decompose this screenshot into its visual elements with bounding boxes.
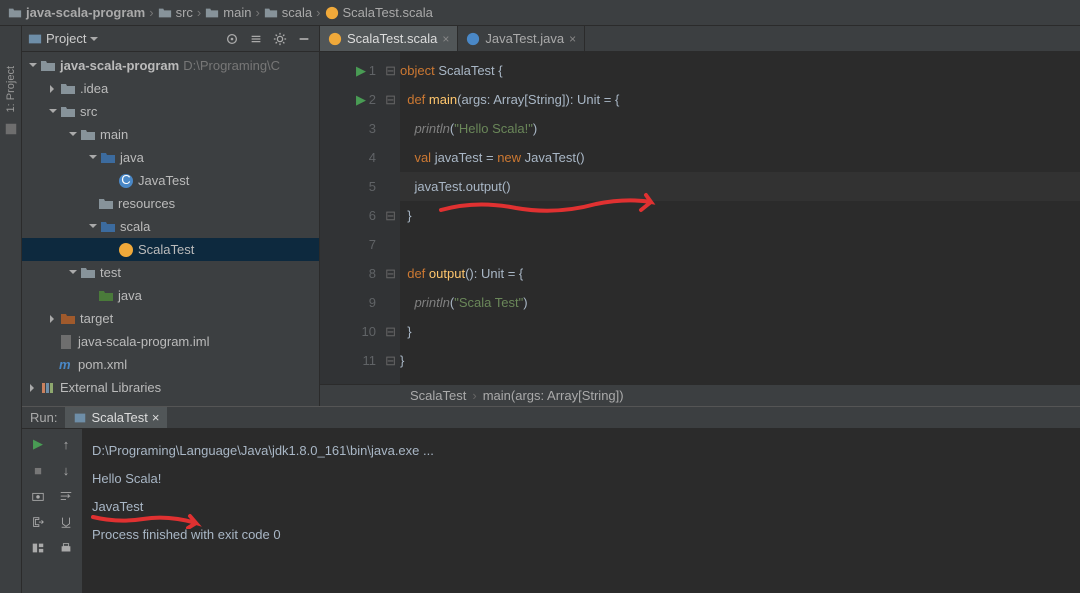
code-body[interactable]: object ScalaTest { def main(args: Array[… — [400, 52, 1080, 384]
run-tool-window: Run: ScalaTest× ▶ ↑ ■ ↓ — [22, 406, 1080, 593]
svg-text:m: m — [59, 357, 71, 372]
tree-iml[interactable]: java-scala-program.iml — [22, 330, 319, 353]
run-line-icon[interactable]: ▶ — [356, 63, 366, 79]
tree-idea[interactable]: .idea — [22, 77, 319, 100]
editor-tabs: ScalaTest.scala× JavaTest.java× — [320, 26, 1080, 52]
close-icon[interactable]: × — [569, 32, 576, 46]
exit-icon[interactable] — [29, 513, 47, 531]
editor-area: ScalaTest.scala× JavaTest.java× 1▶⊟ 2▶⊟ … — [320, 26, 1080, 406]
breadcrumb-src[interactable]: src — [158, 5, 193, 20]
editor-breadcrumb[interactable]: ScalaTest›main(args: Array[String]) — [320, 384, 1080, 406]
svg-text:C: C — [121, 173, 130, 187]
tree-pom[interactable]: mpom.xml — [22, 353, 319, 376]
chevron-down-icon[interactable] — [90, 35, 98, 43]
scala-class-icon — [118, 242, 134, 258]
run-line-icon[interactable]: ▶ — [356, 92, 366, 108]
gear-icon[interactable] — [271, 30, 289, 48]
breadcrumb-bar: java-scala-program › src › main › scala … — [0, 0, 1080, 26]
project-icon — [28, 32, 42, 46]
scroll-from-source-icon[interactable] — [223, 30, 241, 48]
console-output[interactable]: D:\Programing\Language\Java\jdk1.8.0_161… — [82, 429, 1080, 593]
code-editor[interactable]: 1▶⊟ 2▶⊟ 3 4 5 6⊟ 7 8⊟ 9 10⊟ 11⊟ object S… — [320, 52, 1080, 384]
print-icon[interactable] — [57, 539, 75, 557]
run-config-icon — [73, 411, 87, 425]
hide-icon[interactable] — [295, 30, 313, 48]
scala-file-icon — [328, 32, 342, 46]
collapse-all-icon[interactable] — [247, 30, 265, 48]
close-icon[interactable]: × — [152, 410, 160, 425]
maven-icon: m — [58, 357, 74, 373]
rerun-icon[interactable]: ▶ — [29, 435, 47, 453]
tree-java[interactable]: java — [22, 146, 319, 169]
project-tool-header: Project — [22, 26, 319, 52]
tab-javatest[interactable]: JavaTest.java× — [458, 26, 585, 51]
close-icon[interactable]: × — [442, 32, 449, 46]
breadcrumb-file[interactable]: ScalaTest.scala — [325, 5, 433, 20]
run-header: Run: ScalaTest× — [22, 407, 1080, 429]
tree-test[interactable]: test — [22, 261, 319, 284]
breadcrumb-scala[interactable]: scala — [264, 5, 312, 20]
library-icon — [40, 380, 56, 396]
run-toolbar: ▶ ↑ ■ ↓ — [22, 429, 82, 593]
project-tool-window: Project java-scala-programD:\Programing\… — [22, 26, 320, 406]
down-icon[interactable]: ↓ — [57, 461, 75, 479]
java-class-icon: C — [118, 173, 134, 189]
java-file-icon — [466, 32, 480, 46]
tree-scala-folder[interactable]: scala — [22, 215, 319, 238]
folder-icon — [8, 6, 22, 20]
breadcrumb-main[interactable]: main — [205, 5, 251, 20]
structure-icon[interactable] — [4, 122, 18, 136]
project-tool-button[interactable]: 1: Project — [5, 66, 17, 112]
up-icon[interactable]: ↑ — [57, 435, 75, 453]
tree-javatest[interactable]: CJavaTest — [22, 169, 319, 192]
camera-icon[interactable] — [29, 487, 47, 505]
project-tree[interactable]: java-scala-programD:\Programing\C .idea … — [22, 52, 319, 406]
breadcrumb-project[interactable]: java-scala-program — [8, 5, 145, 20]
scroll-to-end-icon[interactable] — [57, 513, 75, 531]
layout-icon[interactable] — [29, 539, 47, 557]
tree-main[interactable]: main — [22, 123, 319, 146]
scala-file-icon — [325, 6, 339, 20]
tree-resources[interactable]: resources — [22, 192, 319, 215]
left-tool-stripe: 1: Project — [0, 26, 22, 593]
tree-test-java[interactable]: java — [22, 284, 319, 307]
tree-src[interactable]: src — [22, 100, 319, 123]
tab-scalatest[interactable]: ScalaTest.scala× — [320, 26, 458, 51]
iml-file-icon — [58, 334, 74, 350]
gutter[interactable]: 1▶⊟ 2▶⊟ 3 4 5 6⊟ 7 8⊟ 9 10⊟ 11⊟ — [320, 52, 400, 384]
stop-icon[interactable]: ■ — [29, 461, 47, 479]
soft-wrap-icon[interactable] — [57, 487, 75, 505]
tree-root[interactable]: java-scala-programD:\Programing\C — [22, 54, 319, 77]
tree-scalatest[interactable]: ScalaTest — [22, 238, 319, 261]
run-tab[interactable]: ScalaTest× — [65, 407, 167, 428]
tree-external[interactable]: External Libraries — [22, 376, 319, 399]
tree-target[interactable]: target — [22, 307, 319, 330]
